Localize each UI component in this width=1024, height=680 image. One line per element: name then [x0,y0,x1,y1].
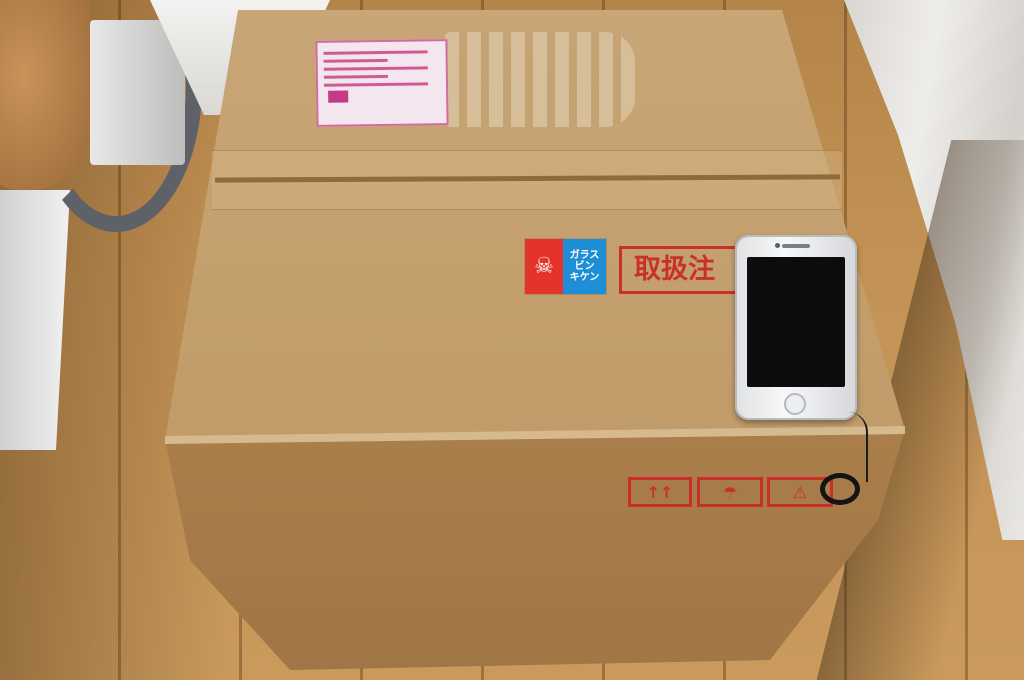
phone-screen [747,257,845,387]
broken-glass-icon: ☠ [525,239,563,294]
smartphone [735,235,857,420]
label-line [324,82,429,87]
label-line [323,58,388,63]
keep-dry-umbrella-icon: ☂ [697,477,763,507]
glass-warning-sticker: ☠ ガラス ビン キケン [525,239,606,294]
front-camera [775,243,780,248]
this-side-up-icon: ↑↑ [628,477,692,507]
handling-warning-label: 取扱注 [619,246,744,294]
glass-warning-text: ガラス ビン キケン [563,239,606,294]
label-line [323,74,388,79]
cardboard-box: ☠ ガラス ビン キケン 取扱注 ↑↑ ☂ ⚠ [0,0,1024,680]
earpiece-speaker [782,244,810,248]
label-line [323,66,429,71]
shipping-label [315,39,449,127]
home-button [784,393,806,415]
strap-ring [820,473,860,505]
label-line [323,50,428,55]
photo-scene: ☠ ガラス ビン キケン 取扱注 ↑↑ ☂ ⚠ [0,0,1024,680]
label-stamp [328,90,349,103]
torn-tape-residue [445,32,635,127]
phone-strap [836,412,868,482]
